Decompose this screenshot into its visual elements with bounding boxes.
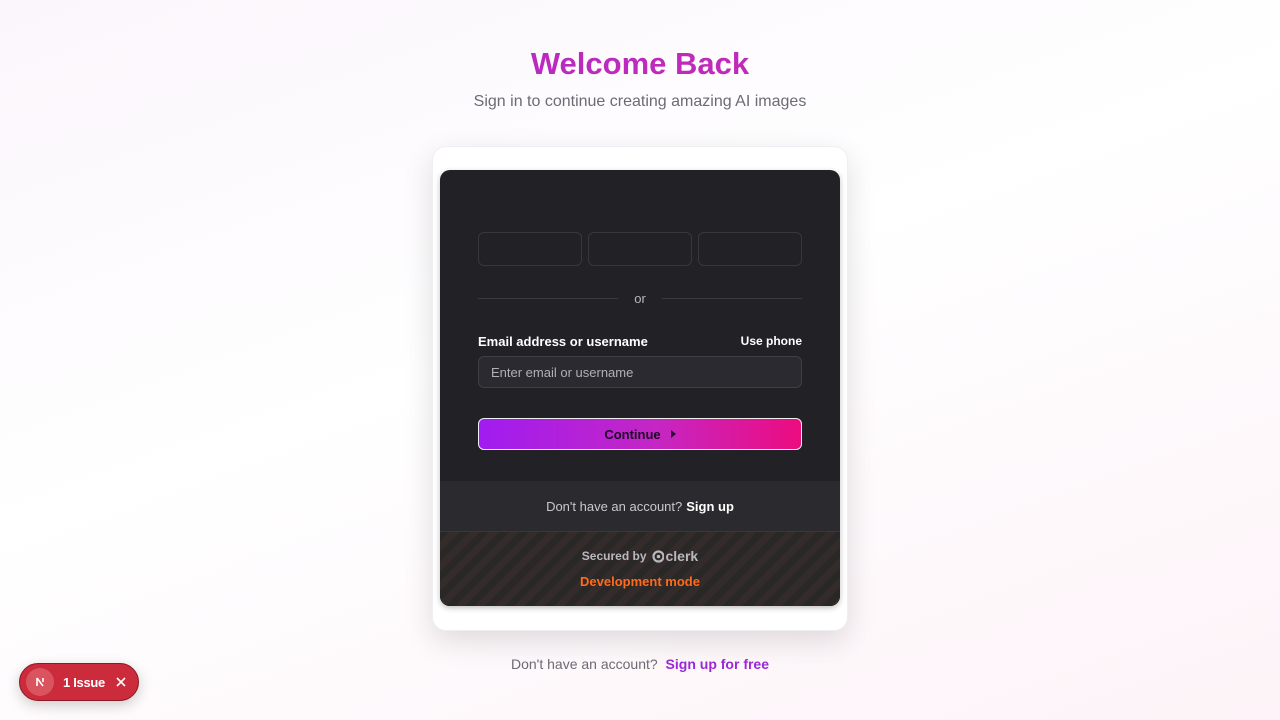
secured-by-row: Secured by clerk: [440, 548, 840, 564]
nextjs-logo-icon: [26, 668, 54, 696]
divider-text: or: [634, 290, 646, 306]
use-phone-link[interactable]: Use phone: [741, 334, 802, 348]
social-login-row: [478, 232, 802, 266]
page-subtitle: Sign in to continue creating amazing AI …: [473, 93, 807, 110]
signup-prompt-text: Don't have an account?: [546, 498, 683, 514]
clerk-logo-icon: [651, 549, 664, 563]
continue-button[interactable]: Continue: [478, 418, 802, 450]
bottom-signup-text: Don't have an account?: [510, 656, 658, 672]
card-footer: Don't have an account? Sign up Secured b…: [440, 481, 840, 606]
clerk-logo[interactable]: clerk: [651, 548, 699, 564]
issues-badge[interactable]: 1 Issue: [19, 663, 139, 701]
dev-mode-label: Development mode: [580, 574, 700, 589]
bottom-signup-link[interactable]: Sign up for free: [666, 656, 769, 672]
signup-prompt: Don't have an account? Sign up: [440, 481, 840, 531]
social-login-button-2[interactable]: [588, 232, 692, 266]
dev-mode-strip: Secured by clerk Development mode: [440, 531, 840, 606]
continue-button-label: Continue: [604, 426, 661, 442]
page-header: Welcome Back Sign in to continue creatin…: [0, 44, 1280, 113]
signin-card: or Email address or username Use phone C…: [440, 170, 840, 606]
divider-line-left: [478, 297, 619, 299]
page-title: Welcome Back: [0, 44, 1280, 84]
issues-badge-label: 1 Issue: [63, 674, 105, 690]
email-field-label: Email address or username: [478, 333, 648, 349]
or-divider: or: [478, 289, 802, 307]
social-login-button-1[interactable]: [478, 232, 582, 266]
email-input[interactable]: [478, 356, 802, 388]
bottom-signup-prompt: Don't have an account? Sign up for free: [0, 656, 1280, 672]
signup-link[interactable]: Sign up: [686, 499, 734, 514]
clerk-brand-text: clerk: [665, 548, 699, 564]
divider-line-right: [661, 297, 802, 299]
secured-by-text: Secured by: [581, 549, 647, 563]
play-triangle-icon: [670, 430, 676, 438]
social-login-button-3[interactable]: [698, 232, 802, 266]
close-icon[interactable]: [116, 677, 126, 687]
email-field-header: Email address or username Use phone: [478, 332, 802, 350]
